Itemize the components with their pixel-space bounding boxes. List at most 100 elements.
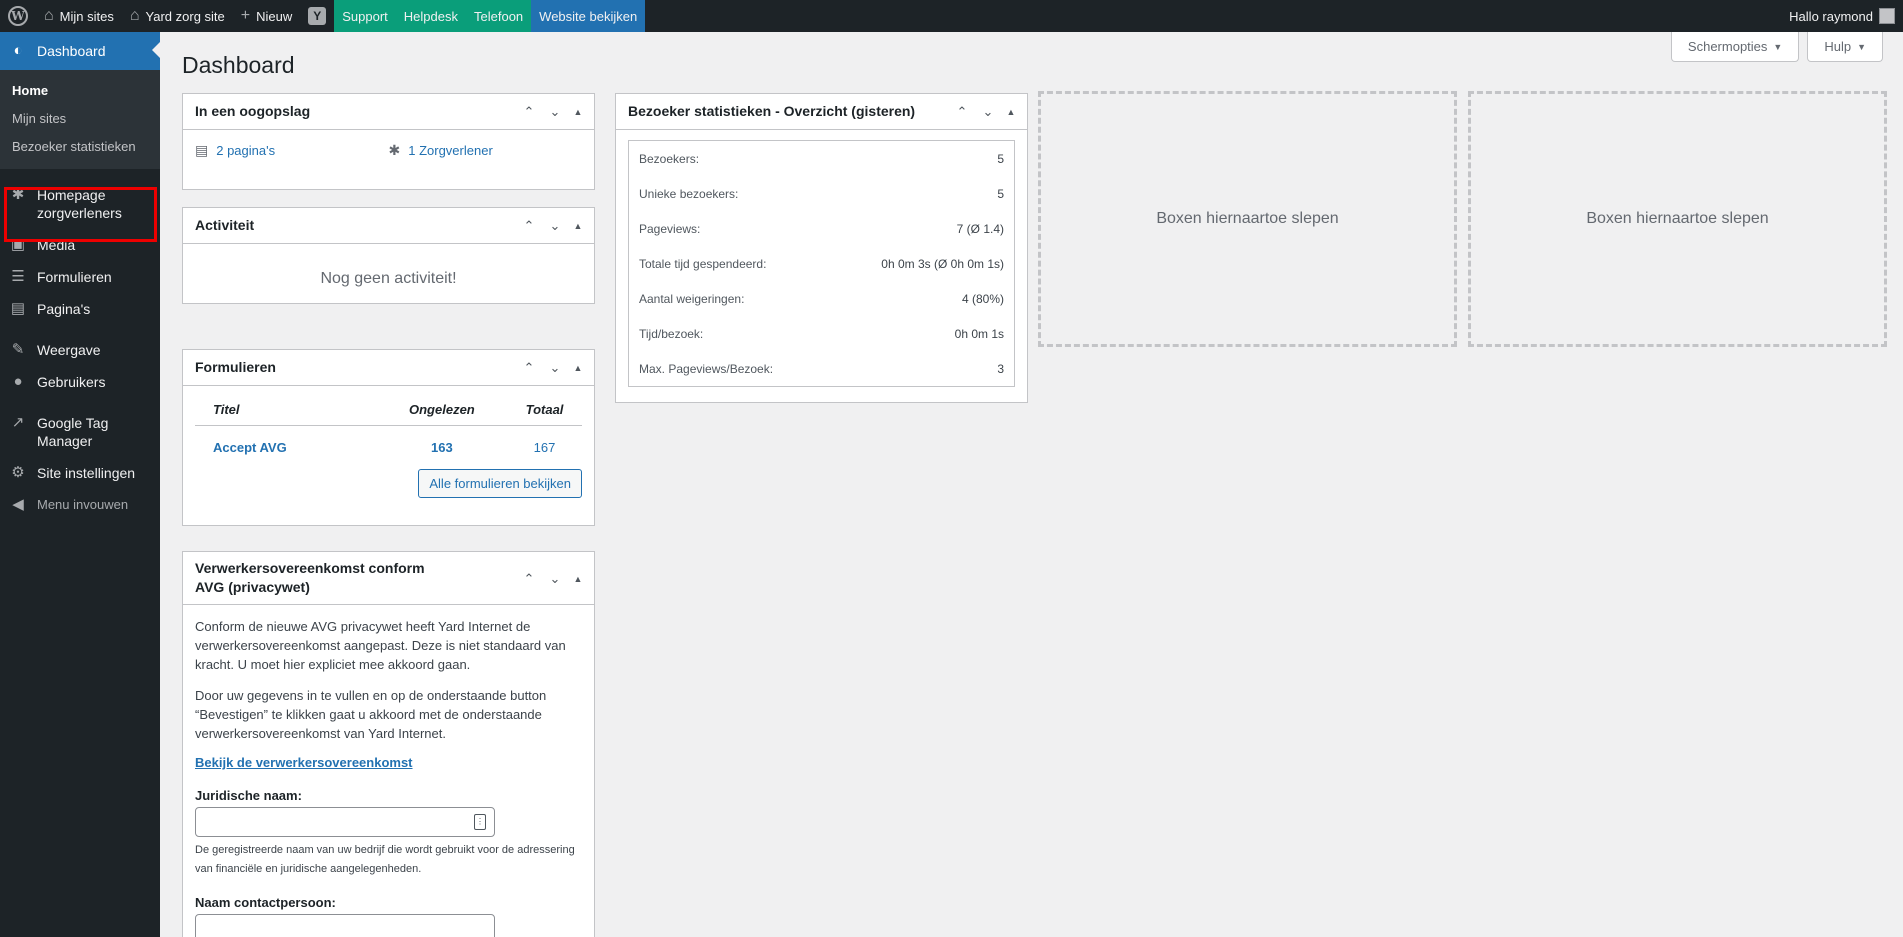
- move-down-icon[interactable]: ⌄: [542, 360, 568, 376]
- toggle-icon[interactable]: ▲: [568, 107, 588, 117]
- wordpress-icon: W: [8, 6, 28, 26]
- pages-icon: ▤: [10, 300, 26, 317]
- avatar: [1879, 8, 1895, 24]
- glance-widget: In een oogopslag ⌃ ⌄ ▲ ▤ 2 pagina's ✱ 1 Zorg…: [182, 93, 595, 190]
- new-label: Nieuw: [256, 8, 293, 24]
- menu-weergave-label: Weergave: [37, 342, 101, 358]
- account-menu[interactable]: Hallo raymond: [1789, 8, 1903, 24]
- help-button[interactable]: Hulp ▼: [1807, 32, 1883, 62]
- menu-dashboard[interactable]: ◐ Dashboard: [0, 32, 160, 70]
- helpdesk-link[interactable]: Helpdesk: [395, 0, 466, 32]
- stat-label: Unieke bezoekers:: [639, 186, 739, 201]
- drop-zone[interactable]: Boxen hiernaartoe slepen: [1468, 91, 1887, 347]
- move-down-icon[interactable]: ⌄: [542, 104, 568, 120]
- submenu-visitor-stats[interactable]: Bezoeker statistieken: [0, 133, 160, 161]
- admin-bar: W ⌂ Mijn sites ⌂ Yard zorg site + Nieuw Y S…: [0, 0, 1903, 32]
- glance-providers-label: 1 Zorgverlener: [408, 143, 493, 158]
- site-name-menu[interactable]: ⌂ Yard zorg site: [122, 0, 233, 32]
- stat-row: Unieke bezoekers: 5: [629, 176, 1014, 211]
- form-title-link[interactable]: Accept AVG: [195, 426, 377, 470]
- toggle-icon[interactable]: ▲: [568, 574, 588, 584]
- collapse-menu-button[interactable]: ◀ Menu invouwen: [0, 489, 160, 521]
- move-up-icon[interactable]: ⌃: [516, 104, 542, 120]
- move-down-icon[interactable]: ⌄: [542, 571, 568, 587]
- brush-icon: ✎: [11, 341, 25, 358]
- my-sites-menu[interactable]: ⌂ Mijn sites: [36, 0, 122, 32]
- no-activity-text: Nog geen activiteit!: [320, 270, 457, 287]
- widget-controls: ⌃ ⌄ ▲: [516, 350, 588, 386]
- widget-header: Bezoeker statistieken - Overzicht (giste…: [616, 94, 1027, 130]
- page-title: Dashboard: [182, 52, 295, 78]
- avg-paragraph: Conform de nieuwe AVG privacywet heeft Y…: [195, 619, 566, 672]
- drop-zone[interactable]: Boxen hiernaartoe slepen: [1038, 91, 1457, 347]
- menu-site-instellingen[interactable]: ⚙ Site instellingen: [0, 457, 160, 489]
- collapse-menu-label: Menu invouwen: [37, 497, 129, 512]
- sites-icon: ⌂: [44, 7, 54, 24]
- gear-icon: ⚙: [11, 464, 25, 481]
- yoast-menu[interactable]: Y: [300, 0, 334, 32]
- stat-label: Aantal weigeringen:: [639, 291, 745, 306]
- submenu-my-sites[interactable]: Mijn sites: [0, 105, 160, 133]
- menu-paginas[interactable]: ▤ Pagina's: [0, 293, 160, 325]
- form-unread-count[interactable]: 163: [377, 426, 507, 470]
- move-up-icon[interactable]: ⌃: [949, 104, 975, 120]
- telefoon-link[interactable]: Telefoon: [466, 0, 532, 32]
- menu-formulieren[interactable]: ☰ Formulieren: [0, 261, 160, 293]
- widget-title: Verwerkersovereenkomst conform AVG (priv…: [195, 560, 425, 595]
- glance-providers-link[interactable]: ✱ 1 Zorgverlener: [389, 142, 583, 159]
- stat-label: Bezoekers:: [639, 151, 700, 166]
- menu-google-tag-manager[interactable]: ↗ Google Tag Manager: [0, 407, 160, 457]
- new-content-menu[interactable]: + Nieuw: [233, 0, 300, 32]
- view-agreement-link[interactable]: Bekijk de verwerkersovereenkomst: [195, 755, 582, 770]
- caret-down-icon: ▼: [1857, 41, 1866, 52]
- move-up-icon[interactable]: ⌃: [516, 360, 542, 376]
- autofill-icon[interactable]: ⋮: [474, 814, 486, 830]
- widget-controls: ⌃ ⌄ ▲: [516, 208, 588, 244]
- move-up-icon[interactable]: ⌃: [516, 571, 542, 587]
- glance-pages-link[interactable]: ▤ 2 pagina's: [195, 142, 389, 159]
- menu-paginas-label: Pagina's: [37, 301, 91, 317]
- toggle-icon[interactable]: ▲: [1001, 107, 1021, 117]
- stat-row: Totale tijd gespendeerd: 0h 0m 3s (Ø 0h 0…: [629, 246, 1014, 281]
- widget-controls: ⌃ ⌄ ▲: [949, 94, 1021, 130]
- toggle-icon[interactable]: ▲: [568, 221, 588, 231]
- legal-name-input[interactable]: ⋮: [195, 807, 495, 837]
- forms-body: Titel Ongelezen Totaal Accept AVG 163 16…: [183, 386, 594, 510]
- visitor-stats-widget: Bezoeker statistieken - Overzicht (giste…: [615, 93, 1028, 403]
- main-content: Schermopties ▼ Hulp ▼ Dashboard In een oog…: [160, 32, 1903, 937]
- widget-header: Verwerkersovereenkomst conform AVG (priv…: [183, 552, 594, 605]
- widget-header: Activiteit ⌃ ⌄ ▲: [183, 208, 594, 244]
- admin-menu: ◐ Dashboard Home Mijn sites Bezoeker sta…: [0, 32, 160, 937]
- form-total-count[interactable]: 167: [507, 426, 582, 470]
- glance-pages-label: 2 pagina's: [216, 143, 276, 158]
- forms-table: Titel Ongelezen Totaal Accept AVG 163 16…: [195, 394, 582, 469]
- menu-gebruikers[interactable]: ● Gebruikers: [0, 366, 160, 398]
- stat-value: 7 (Ø 1.4): [956, 221, 1004, 236]
- dashboard-submenu: Home Mijn sites Bezoeker statistieken: [0, 70, 160, 169]
- stat-value: 3: [997, 361, 1004, 376]
- move-up-icon[interactable]: ⌃: [516, 218, 542, 234]
- stats-table: Bezoekers: 5 Unieke bezoekers: 5 Pageviews…: [628, 140, 1015, 387]
- menu-weergave[interactable]: ✎ Weergave: [0, 334, 160, 366]
- widget-title: In een oogopslag: [195, 103, 311, 119]
- view-website-link[interactable]: Website bekijken: [531, 0, 646, 32]
- support-link[interactable]: Support: [334, 0, 396, 32]
- wordpress-logo-button[interactable]: W: [0, 0, 36, 32]
- stat-row: Aantal weigeringen: 4 (80%): [629, 281, 1014, 316]
- chart-icon: ↗: [11, 414, 25, 431]
- toggle-icon[interactable]: ▲: [568, 363, 588, 373]
- glance-items: ▤ 2 pagina's ✱ 1 Zorgverlener: [183, 130, 594, 171]
- view-all-forms-button[interactable]: Alle formulieren bekijken: [418, 469, 582, 498]
- site-name-label: Yard zorg site: [145, 8, 225, 24]
- move-down-icon[interactable]: ⌄: [975, 104, 1001, 120]
- submenu-home[interactable]: Home: [0, 77, 160, 105]
- plus-icon: +: [240, 7, 251, 24]
- contact-name-input[interactable]: [195, 914, 495, 937]
- person-icon: ✱: [388, 142, 401, 158]
- avg-widget: Verwerkersovereenkomst conform AVG (priv…: [182, 551, 595, 937]
- screen-options-label: Schermopties: [1687, 39, 1768, 54]
- screen-options-button[interactable]: Schermopties ▼: [1670, 32, 1800, 62]
- move-down-icon[interactable]: ⌄: [542, 218, 568, 234]
- screen-meta-links: Schermopties ▼ Hulp ▼: [1670, 32, 1883, 62]
- stat-row: Pageviews: 7 (Ø 1.4): [629, 211, 1014, 246]
